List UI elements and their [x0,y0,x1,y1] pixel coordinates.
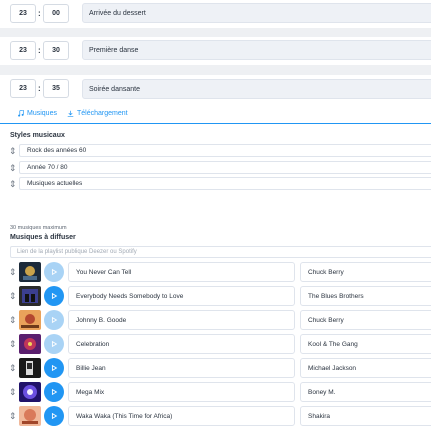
play-icon [51,292,58,300]
style-row: ⇕ Année 70 / 80 [0,161,431,175]
drag-handle-icon[interactable]: ⇕ [9,314,17,326]
tab-label: Téléchargement [77,110,128,117]
music-title: Musiques à diffuser [10,234,76,241]
playlist-url-input[interactable]: Lien de la playlist publique Deezer ou S… [10,246,431,258]
tab-telechargement[interactable]: Téléchargement [67,110,128,117]
timeline-row-2: 23 : 30 Première danse [0,37,431,65]
event-name-input[interactable]: Arrivée du dessert [82,3,431,23]
play-button[interactable] [44,358,64,378]
play-icon [51,364,58,372]
song-title-input[interactable]: Celebration [68,334,295,354]
drag-handle-icon[interactable]: ⇕ [9,338,17,350]
max-songs-note: 30 musiques maximum [10,225,67,231]
play-button[interactable] [44,382,64,402]
drag-handle-icon[interactable]: ⇕ [9,386,17,398]
song-artist-input[interactable]: Boney M. [300,382,431,402]
play-icon [51,316,58,324]
play-button[interactable] [44,406,64,426]
play-icon [51,388,58,396]
song-row: ⇕ Everybody Needs Somebody to Love The B… [0,286,431,306]
drag-handle-icon[interactable]: ⇕ [9,266,17,278]
style-input[interactable]: Musiques actuelles [19,177,431,190]
drag-handle-icon[interactable]: ⇕ [9,178,17,190]
drag-handle-icon[interactable]: ⇕ [9,410,17,422]
album-cover [19,286,41,306]
event-name-input[interactable]: Première danse [82,40,431,60]
song-artist-input[interactable]: Michael Jackson [300,358,431,378]
download-icon [67,110,74,117]
style-row: ⇕ Musiques actuelles [0,177,431,191]
album-cover [19,358,41,378]
timeline-row-1: 23 : 00 Arrivée du dessert [0,0,431,28]
album-cover [19,262,41,282]
tab-musiques[interactable]: Musiques [17,110,57,117]
tab-bar: Musiques Téléchargement [0,107,431,124]
play-button[interactable] [44,334,64,354]
song-title-input[interactable]: Mega Mix [68,382,295,402]
album-cover [19,406,41,426]
song-title-input[interactable]: Johnny B. Goode [68,310,295,330]
time-separator: : [38,84,41,93]
song-artist-input[interactable]: The Blues Brothers [300,286,431,306]
song-row: ⇕ Billie Jean Michael Jackson [0,358,431,378]
song-row: ⇕ Waka Waka (This Time for Africa) Shaki… [0,406,431,426]
hour-input[interactable]: 23 [10,4,36,23]
play-icon [51,412,58,420]
drag-handle-icon[interactable]: ⇕ [9,162,17,174]
song-title-input[interactable]: Everybody Needs Somebody to Love [68,286,295,306]
song-artist-input[interactable]: Shakira [300,406,431,426]
styles-title: Styles musicaux [10,132,65,139]
time-separator: : [38,46,41,55]
minute-input[interactable]: 00 [43,4,69,23]
song-title-input[interactable]: Waka Waka (This Time for Africa) [68,406,295,426]
main-card: 23 : 35 Soirée dansante Musiques Télécha… [0,75,431,431]
music-note-icon [18,110,24,117]
play-button[interactable] [44,310,64,330]
play-button[interactable] [44,262,64,282]
album-cover [19,334,41,354]
song-title-input[interactable]: Billie Jean [68,358,295,378]
minute-input[interactable]: 35 [43,79,69,98]
drag-handle-icon[interactable]: ⇕ [9,145,17,157]
song-row: ⇕ You Never Can Tell Chuck Berry [0,262,431,282]
drag-handle-icon[interactable]: ⇕ [9,290,17,302]
album-cover [19,382,41,402]
song-row: ⇕ Mega Mix Boney M. [0,382,431,402]
play-icon [51,340,58,348]
tab-label: Musiques [27,110,57,117]
hour-input[interactable]: 23 [10,41,36,60]
time-separator: : [38,9,41,18]
play-icon [51,268,58,276]
song-artist-input[interactable]: Kool & The Gang [300,334,431,354]
drag-handle-icon[interactable]: ⇕ [9,362,17,374]
album-cover [19,310,41,330]
minute-input[interactable]: 30 [43,41,69,60]
hour-input[interactable]: 23 [10,79,36,98]
style-row: ⇕ Rock des années 60 [0,144,431,158]
song-artist-input[interactable]: Chuck Berry [300,262,431,282]
style-input[interactable]: Année 70 / 80 [19,161,431,174]
song-artist-input[interactable]: Chuck Berry [300,310,431,330]
play-button[interactable] [44,286,64,306]
style-input[interactable]: Rock des années 60 [19,144,431,157]
song-row: ⇕ Johnny B. Goode Chuck Berry [0,310,431,330]
event-name-input[interactable]: Soirée dansante [82,79,431,99]
song-row: ⇕ Celebration Kool & The Gang [0,334,431,354]
song-title-input[interactable]: You Never Can Tell [68,262,295,282]
